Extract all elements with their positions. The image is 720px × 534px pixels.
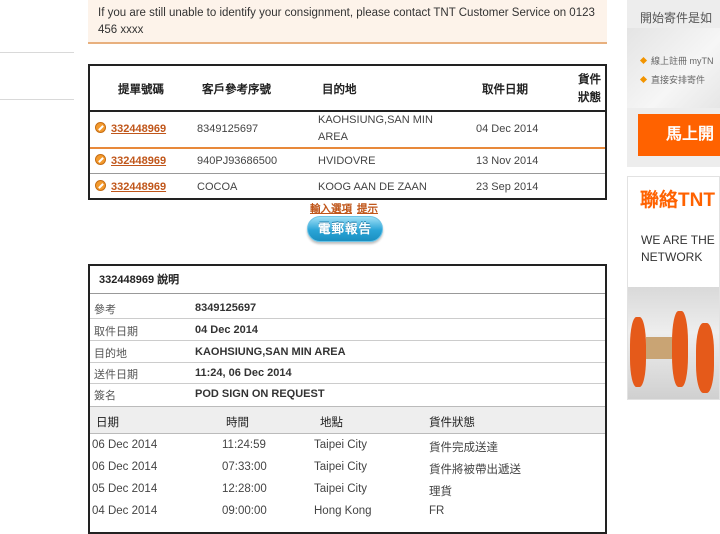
results-header-row: 提單號碼 客戶參考序號 目的地 取件日期 貨件 狀態	[90, 66, 605, 112]
table-row[interactable]: 332448969 8349125697 KAOHSIUNG,SAN MIN A…	[90, 111, 605, 145]
left-nav-divider	[0, 52, 74, 53]
options-links: 輸入選項 提示	[310, 201, 383, 216]
col-destination: 目的地	[322, 84, 357, 96]
start-shipping-panel: 開始寄件是如 線上註冊 myTN 直接安排寄件 馬上開	[627, 0, 720, 167]
worker-figure	[630, 317, 646, 387]
edit-icon[interactable]	[95, 180, 106, 191]
field-divider	[90, 383, 605, 384]
worker-figure	[672, 311, 688, 387]
event-location: Hong Kong	[314, 505, 372, 517]
notice-text: If you are still unable to identify your…	[98, 7, 595, 36]
left-nav-divider	[0, 99, 74, 100]
contact-tnt-title: 聯絡TNT	[640, 190, 715, 211]
contact-tnt-panel[interactable]: 聯絡TNT WE ARE THE NETWORK	[627, 176, 720, 400]
event-location: Taipei City	[314, 461, 368, 473]
field-divider	[90, 318, 605, 319]
waybill-link[interactable]: 332448969	[111, 181, 166, 193]
field-value: KAOHSIUNG,SAN MIN AREA	[195, 346, 346, 358]
event-time: 07:33:00	[222, 461, 267, 473]
field-label: 參考	[94, 304, 116, 316]
field-value: 11:24, 06 Dec 2014	[195, 367, 292, 379]
event-location: Taipei City	[314, 483, 368, 495]
destination: KAOHSIUNG,SAN MIN	[318, 114, 433, 126]
customer-ref: 8349125697	[197, 123, 259, 135]
field-label: 簽名	[94, 390, 116, 402]
event-status: FR	[429, 505, 445, 517]
customer-ref: 940PJ93686500	[197, 155, 278, 167]
email-report-button[interactable]: 電郵報告	[307, 216, 383, 242]
event-date: 06 Dec 2014	[92, 461, 158, 473]
event-time: 11:24:59	[222, 439, 266, 451]
event-status: 貨件完成送達	[429, 442, 498, 454]
edit-icon[interactable]	[95, 154, 106, 165]
ship-now-button[interactable]: 馬上開	[638, 114, 720, 156]
workers-photo	[628, 287, 719, 399]
input-options-link[interactable]: 輸入選項	[310, 203, 352, 215]
destination-line2: AREA	[318, 131, 348, 143]
hint-link[interactable]: 提示	[357, 203, 378, 215]
event-row: 06 Dec 2014 07:33:00 Taipei City 貨件將被帶出遞…	[90, 458, 605, 480]
col-collection-date: 取件日期	[482, 84, 528, 96]
col-event-time: 時間	[226, 417, 249, 429]
event-time: 09:00:00	[222, 505, 267, 517]
register-bullet: 線上註冊 myTN	[639, 54, 714, 67]
col-status-line2: 狀態	[578, 92, 601, 104]
parcel-box	[646, 337, 672, 359]
collection-date: 04 Dec 2014	[476, 123, 539, 135]
consignment-results-table: 提單號碼 客戶參考序號 目的地 取件日期 貨件 狀態 332448969 834…	[88, 64, 607, 200]
col-customer-ref: 客戶參考序號	[202, 84, 271, 96]
destination: KOOG AAN DE ZAAN	[318, 181, 427, 193]
event-date: 05 Dec 2014	[92, 483, 158, 495]
collection-date: 13 Nov 2014	[476, 155, 539, 167]
field-divider	[90, 340, 605, 341]
event-row: 05 Dec 2014 12:28:00 Taipei City 理貨	[90, 480, 605, 502]
collection-date: 23 Sep 2014	[476, 181, 539, 193]
consignment-details-panel: 332448969 說明 參考 8349125697 取件日期 04 Dec 2…	[88, 264, 607, 534]
waybill-link[interactable]: 332448969	[111, 123, 166, 135]
slogan-line: NETWORK	[641, 250, 703, 264]
field-value: 8349125697	[195, 302, 257, 314]
col-waybill: 提單號碼	[118, 84, 164, 96]
table-row[interactable]: 332448969 COCOA KOOG AAN DE ZAAN 23 Sep …	[90, 176, 605, 198]
field-label: 目的地	[94, 348, 127, 360]
edit-icon[interactable]	[95, 122, 106, 133]
network-slogan: WE ARE THE NETWORK	[641, 232, 715, 266]
event-status: 理貨	[429, 486, 452, 498]
details-title: 332448969 說明	[90, 266, 605, 294]
shipping-photo	[627, 28, 720, 108]
event-row: 04 Dec 2014 09:00:00 Hong Kong FR	[90, 502, 605, 524]
field-divider	[90, 362, 605, 363]
event-row: 06 Dec 2014 11:24:59 Taipei City 貨件完成送達	[90, 436, 605, 458]
bullet-icon	[639, 56, 648, 65]
field-label: 送件日期	[94, 369, 138, 381]
bullet-text: 線上註冊 myTN	[651, 56, 714, 66]
worker-figure	[696, 323, 714, 393]
field-value: POD SIGN ON REQUEST	[195, 388, 325, 400]
bullet-text: 直接安排寄件	[651, 75, 706, 85]
field-label: 取件日期	[94, 326, 138, 338]
event-status: 貨件將被帶出遞送	[429, 464, 521, 476]
row-divider	[90, 147, 605, 149]
row-divider	[90, 173, 605, 174]
bullet-icon	[639, 75, 648, 84]
col-event-location: 地點	[320, 417, 343, 429]
arrange-bullet: 直接安排寄件	[639, 73, 706, 86]
col-event-status: 貨件狀態	[429, 417, 475, 429]
table-row[interactable]: 332448969 940PJ93686500 HVIDOVRE 13 Nov …	[90, 150, 605, 172]
event-date: 04 Dec 2014	[92, 505, 158, 517]
col-event-date: 日期	[96, 417, 119, 429]
event-time: 12:28:00	[222, 483, 267, 495]
col-status-line1: 貨件	[578, 74, 601, 86]
waybill-link[interactable]: 332448969	[111, 155, 166, 167]
field-value: 04 Dec 2014	[195, 324, 258, 336]
event-date: 06 Dec 2014	[92, 439, 158, 451]
start-shipping-title: 開始寄件是如	[640, 11, 713, 25]
customer-ref: COCOA	[197, 181, 238, 193]
customer-service-notice: If you are still unable to identify your…	[88, 0, 607, 44]
events-header-row: 日期 時間 地點 貨件狀態	[90, 406, 605, 434]
destination: HVIDOVRE	[318, 155, 376, 167]
event-location: Taipei City	[314, 439, 368, 451]
slogan-line: WE ARE THE	[641, 233, 715, 247]
